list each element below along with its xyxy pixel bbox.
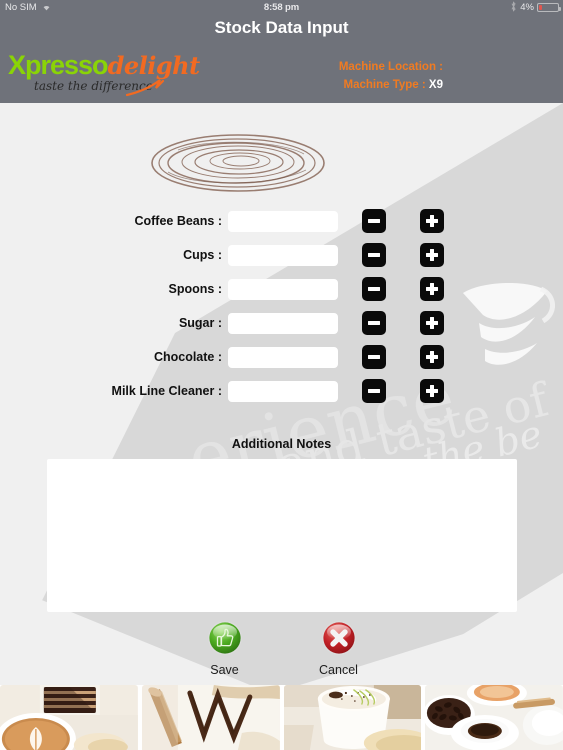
photo-latte-art-and-chocolate-cake[interactable] bbox=[0, 685, 138, 750]
logo-wordmark: Xpressodelight bbox=[8, 50, 200, 80]
machine-info: Machine Location : Machine Type : X9 bbox=[339, 58, 443, 94]
save-button[interactable]: Save bbox=[188, 620, 262, 677]
row-label-spoons: Spoons : bbox=[168, 282, 222, 296]
additional-notes-textarea[interactable] bbox=[47, 459, 517, 612]
row-label-chocolate: Chocolate : bbox=[153, 350, 222, 364]
form-row: Spoons : bbox=[0, 276, 563, 302]
increment-sugar-button[interactable] bbox=[420, 311, 444, 335]
decrement-sugar-button[interactable] bbox=[362, 311, 386, 335]
action-buttons: Save Cancel bbox=[0, 620, 563, 677]
machine-location-row: Machine Location : bbox=[339, 58, 443, 76]
logo-delight-text: delight bbox=[107, 51, 201, 80]
navbar: Stock Data Input bbox=[0, 15, 563, 44]
photo-coffee-beans-and-espresso-cups[interactable] bbox=[425, 685, 563, 750]
input-milk-line-cleaner[interactable] bbox=[228, 380, 338, 402]
coffee-ring-icon bbox=[148, 132, 328, 194]
machine-type-label: Machine Type : bbox=[343, 79, 426, 91]
machine-type-value: X9 bbox=[428, 79, 443, 91]
app-logo: Xpressodelight taste the difference bbox=[8, 50, 200, 98]
input-chocolate[interactable] bbox=[228, 346, 338, 368]
battery-percent-label: 4% bbox=[520, 2, 534, 13]
input-cups[interactable] bbox=[228, 244, 338, 266]
decrement-milk-line-cleaner-button[interactable] bbox=[362, 379, 386, 403]
form-row: Chocolate : bbox=[0, 344, 563, 370]
brand-header: Xpressodelight taste the difference Mach… bbox=[0, 44, 563, 103]
status-bar-time: 8:58 pm bbox=[263, 2, 300, 13]
row-label-cups: Cups : bbox=[183, 248, 222, 262]
logo-swoosh-icon bbox=[125, 79, 166, 102]
photo-strip bbox=[0, 685, 563, 750]
close-x-icon bbox=[321, 621, 356, 655]
input-spoons[interactable] bbox=[228, 278, 338, 300]
form-row: Cups : bbox=[0, 242, 563, 268]
minus-icon bbox=[368, 287, 380, 291]
status-bar-right: 4% bbox=[510, 0, 561, 15]
decrement-coffee-beans-button[interactable] bbox=[362, 209, 386, 233]
form-row: Milk Line Cleaner : bbox=[0, 378, 563, 404]
decrement-chocolate-button[interactable] bbox=[362, 345, 386, 369]
additional-notes-label: Additional Notes bbox=[231, 437, 332, 451]
increment-chocolate-button[interactable] bbox=[420, 345, 444, 369]
row-label-sugar: Sugar : bbox=[178, 316, 222, 330]
photo-cappuccino-with-cream[interactable] bbox=[283, 685, 422, 750]
save-button-label: Save bbox=[210, 663, 239, 677]
status-bar: No SIM 8:58 pm 4% bbox=[0, 0, 563, 15]
increment-milk-line-cleaner-button[interactable] bbox=[420, 379, 444, 403]
machine-location-label: Machine Location : bbox=[338, 61, 443, 73]
page-title: Stock Data Input bbox=[214, 18, 349, 37]
machine-type-row: Machine Type : X9 bbox=[339, 76, 444, 94]
increment-cups-button[interactable] bbox=[420, 243, 444, 267]
minus-icon bbox=[368, 355, 380, 359]
cancel-button-label: Cancel bbox=[319, 663, 358, 677]
minus-icon bbox=[368, 389, 380, 393]
minus-icon bbox=[368, 321, 380, 325]
photo-cinnamon-chocolate-drizzle-dessert[interactable] bbox=[141, 685, 280, 750]
form-row: Coffee Beans : bbox=[0, 208, 563, 234]
minus-icon bbox=[368, 219, 380, 223]
input-coffee-beans[interactable] bbox=[228, 210, 338, 232]
input-sugar[interactable] bbox=[228, 312, 338, 334]
increment-coffee-beans-button[interactable] bbox=[420, 209, 444, 233]
minus-icon bbox=[368, 253, 380, 257]
battery-icon bbox=[537, 3, 561, 12]
bluetooth-icon bbox=[510, 0, 517, 15]
thumbs-up-icon bbox=[207, 621, 242, 655]
row-label-milk-line-cleaner: Milk Line Cleaner : bbox=[111, 384, 222, 398]
cancel-button[interactable]: Cancel bbox=[302, 620, 376, 677]
decrement-spoons-button[interactable] bbox=[362, 277, 386, 301]
logo-xpresso-text: Xpresso bbox=[8, 50, 109, 80]
form-row: Sugar : bbox=[0, 310, 563, 336]
row-label-coffee-beans: Coffee Beans : bbox=[134, 214, 222, 228]
increment-spoons-button[interactable] bbox=[420, 277, 444, 301]
decrement-cups-button[interactable] bbox=[362, 243, 386, 267]
